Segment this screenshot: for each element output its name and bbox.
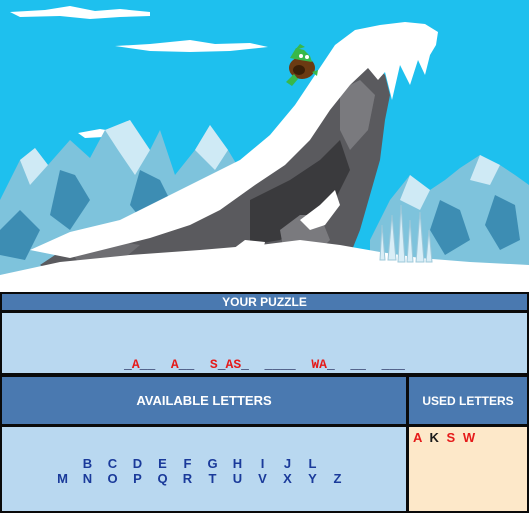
available-letters-panel: BCDEFGHIJL MNOPQRTUVXYZ — [0, 425, 408, 513]
letter-button-b[interactable]: B — [79, 456, 96, 471]
used-letter-s: S — [446, 430, 458, 445]
letter-button-v[interactable]: V — [254, 471, 271, 486]
available-letters-row-1: BCDEFGHIJL — [0, 456, 402, 471]
used-letters-title: USED LETTERS — [422, 394, 514, 408]
revealed-letter: A — [131, 357, 140, 372]
used-letters-list: A K S W — [413, 430, 477, 445]
letter-button-t[interactable]: T — [204, 471, 221, 486]
blank-slots: __ — [178, 357, 210, 372]
revealed-letter: A — [170, 357, 179, 372]
letter-button-o[interactable]: O — [104, 471, 121, 486]
letter-button-i[interactable]: I — [254, 456, 271, 471]
blank-slots: __ — [139, 357, 171, 372]
used-letter-k: K — [429, 430, 441, 445]
letter-button-d[interactable]: D — [129, 456, 146, 471]
puzzle-area: _A__ A__ S_AS_ ____ WA_ __ ___ ___ __ __… — [0, 311, 529, 417]
letter-button-f[interactable]: F — [179, 456, 196, 471]
game-scene — [0, 0, 529, 290]
puzzle-title: YOUR PUZZLE — [222, 295, 307, 309]
blank-slots: _ — [217, 357, 226, 372]
letter-button-n[interactable]: N — [79, 471, 96, 486]
blank-slots: _ ____ — [241, 357, 312, 372]
letter-button-j[interactable]: J — [279, 456, 296, 471]
available-letters-title: AVAILABLE LETTERS — [136, 393, 272, 408]
used-letter-w: W — [462, 430, 478, 445]
letter-button-x[interactable]: X — [279, 471, 296, 486]
letter-button-u[interactable]: U — [229, 471, 246, 486]
letter-button-r[interactable]: R — [179, 471, 196, 486]
revealed-letter: AS — [225, 357, 242, 372]
mountain-scene-illustration — [0, 0, 529, 290]
letter-button-e[interactable]: E — [154, 456, 171, 471]
used-letters-panel: A K S W — [407, 425, 529, 513]
letter-button-h[interactable]: H — [229, 456, 246, 471]
letter-button-c[interactable]: C — [104, 456, 121, 471]
letter-button-p[interactable]: P — [129, 471, 146, 486]
blank-slots: _ — [124, 357, 132, 372]
puzzle-header: YOUR PUZZLE — [0, 292, 529, 312]
letter-button-y[interactable]: Y — [304, 471, 321, 486]
blank-slots: _ __ ___ — [326, 357, 405, 372]
used-letter-a: A — [413, 430, 424, 445]
puzzle-line-1: _A__ A__ S_AS_ ____ WA_ __ ___ — [2, 357, 527, 372]
letter-button-l[interactable]: L — [304, 456, 321, 471]
revealed-letter: WA — [311, 357, 327, 372]
letter-button-z[interactable]: Z — [329, 471, 346, 486]
letter-button-q[interactable]: Q — [154, 471, 171, 486]
revealed-letter: S — [209, 357, 218, 372]
available-letters-row-2: MNOPQRTUVXYZ — [0, 471, 402, 486]
letter-button-g[interactable]: G — [204, 456, 221, 471]
letter-button-m[interactable]: M — [54, 471, 71, 486]
available-letters-header: AVAILABLE LETTERS — [0, 375, 408, 426]
used-letters-header: USED LETTERS — [407, 375, 529, 426]
